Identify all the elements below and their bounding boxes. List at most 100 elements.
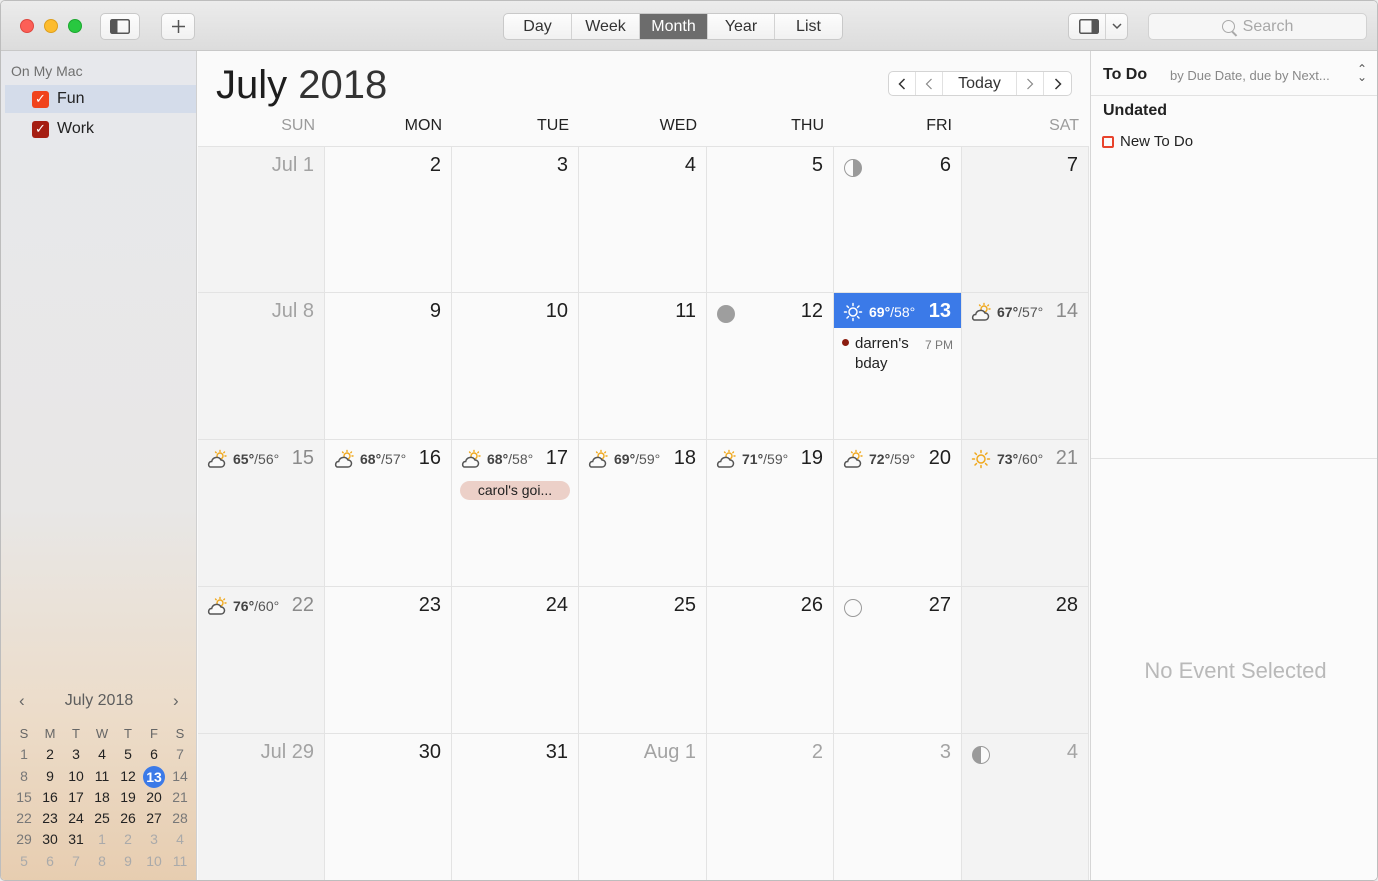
day-cell[interactable]: 69°/58° 13 darren's bday 7 PM xyxy=(834,292,962,439)
day-cell[interactable]: 5 xyxy=(707,146,834,292)
day-cell[interactable]: 12 xyxy=(707,292,834,439)
sort-stepper-icon[interactable]: ⌃ ⌄ xyxy=(1357,63,1367,83)
mini-day[interactable]: 4 xyxy=(89,744,115,765)
mini-day[interactable]: 5 xyxy=(11,851,37,872)
prev-year-button[interactable] xyxy=(889,72,916,95)
mini-day[interactable]: 5 xyxy=(115,744,141,765)
mini-day[interactable]: 22 xyxy=(11,808,37,829)
mini-day[interactable]: 13 xyxy=(141,765,167,788)
day-cell[interactable]: 2 xyxy=(707,733,834,880)
mini-day[interactable]: 7 xyxy=(63,851,89,872)
mini-day[interactable]: 6 xyxy=(141,744,167,765)
chevron-down-icon[interactable] xyxy=(1112,23,1122,30)
mini-next-month-icon[interactable]: › xyxy=(173,691,179,711)
day-cell[interactable]: 76°/60° 22 xyxy=(198,586,325,733)
day-cell[interactable]: 4 xyxy=(579,146,707,292)
view-tab-day[interactable]: Day xyxy=(504,14,572,39)
mini-day[interactable]: 2 xyxy=(37,744,63,765)
day-cell[interactable]: Jul 29 xyxy=(198,733,325,880)
mini-day[interactable]: 2 xyxy=(115,829,141,850)
day-cell[interactable]: 3 xyxy=(452,146,579,292)
mini-day[interactable]: 31 xyxy=(63,829,89,850)
prev-month-button[interactable] xyxy=(916,72,943,95)
mini-day[interactable]: 11 xyxy=(89,766,115,787)
next-year-button[interactable] xyxy=(1044,72,1071,95)
day-cell[interactable]: 31 xyxy=(452,733,579,880)
day-cell[interactable]: 11 xyxy=(579,292,707,439)
day-cell[interactable]: 10 xyxy=(452,292,579,439)
all-day-event[interactable]: carol's goi... xyxy=(460,481,570,500)
mini-day[interactable]: 23 xyxy=(37,808,63,829)
close-window-button[interactable] xyxy=(20,19,34,33)
mini-day[interactable]: 8 xyxy=(11,766,37,787)
day-cell[interactable]: 69°/59° 18 xyxy=(579,439,707,586)
mini-day[interactable]: 12 xyxy=(115,766,141,787)
day-cell[interactable]: Jul 1 xyxy=(198,146,325,292)
zoom-window-button[interactable] xyxy=(68,19,82,33)
calendar-item-fun[interactable]: ✓ Fun xyxy=(5,85,196,113)
mini-day[interactable]: 6 xyxy=(37,851,63,872)
mini-day[interactable]: 24 xyxy=(63,808,89,829)
day-cell[interactable]: 73°/60° 21 xyxy=(962,439,1089,586)
mini-day[interactable]: 18 xyxy=(89,787,115,808)
view-tab-week[interactable]: Week xyxy=(572,14,640,39)
mini-day[interactable]: 27 xyxy=(141,808,167,829)
todo-checkbox[interactable] xyxy=(1102,135,1114,148)
day-cell[interactable]: 71°/59° 19 xyxy=(707,439,834,586)
calendar-checkbox[interactable]: ✓ xyxy=(32,90,49,108)
mini-day[interactable]: 9 xyxy=(115,851,141,872)
mini-day[interactable]: 19 xyxy=(115,787,141,808)
day-cell[interactable]: 7 xyxy=(962,146,1089,292)
day-cell[interactable]: 67°/57° 14 xyxy=(962,292,1089,439)
calendar-item-work[interactable]: ✓ Work xyxy=(5,115,196,143)
day-cell[interactable]: 23 xyxy=(325,586,452,733)
mini-day[interactable]: 20 xyxy=(141,787,167,808)
view-tab-list[interactable]: List xyxy=(775,14,842,39)
view-tab-month[interactable]: Month xyxy=(640,14,708,39)
mini-day[interactable]: 21 xyxy=(167,787,193,808)
day-cell[interactable]: 25 xyxy=(579,586,707,733)
minimize-window-button[interactable] xyxy=(44,19,58,33)
event-item[interactable]: darren's bday 7 PM xyxy=(842,334,953,374)
mini-day[interactable]: 7 xyxy=(167,744,193,765)
day-cell[interactable]: 24 xyxy=(452,586,579,733)
mini-day[interactable]: 16 xyxy=(37,787,63,808)
today-button[interactable]: Today xyxy=(943,72,1017,95)
day-cell[interactable]: 3 xyxy=(834,733,962,880)
mini-day[interactable]: 4 xyxy=(167,829,193,850)
todo-item[interactable]: New To Do xyxy=(1102,133,1193,150)
day-cell[interactable]: 27 xyxy=(834,586,962,733)
mini-day[interactable]: 17 xyxy=(63,787,89,808)
toggle-sidebar-button[interactable] xyxy=(100,13,140,40)
mini-day[interactable]: 30 xyxy=(37,829,63,850)
mini-day[interactable]: 10 xyxy=(63,766,89,787)
day-cell[interactable]: 68°/58° 17 carol's goi... xyxy=(452,439,579,586)
search-field[interactable]: Search xyxy=(1148,13,1367,40)
day-cell[interactable]: 2 xyxy=(325,146,452,292)
day-cell[interactable]: 72°/59° 20 xyxy=(834,439,962,586)
next-month-button[interactable] xyxy=(1017,72,1044,95)
day-cell[interactable]: 65°/56° 15 xyxy=(198,439,325,586)
mini-day[interactable]: 26 xyxy=(115,808,141,829)
todo-sort-selector[interactable]: by Due Date, due by Next... xyxy=(1170,68,1330,83)
mini-day[interactable]: 3 xyxy=(141,829,167,850)
day-cell[interactable]: 6 xyxy=(834,146,962,292)
day-cell[interactable]: Jul 8 xyxy=(198,292,325,439)
mini-day[interactable]: 10 xyxy=(141,851,167,872)
calendar-checkbox[interactable]: ✓ xyxy=(32,120,49,138)
day-cell[interactable]: Aug 1 xyxy=(579,733,707,880)
day-cell[interactable]: 68°/57° 16 xyxy=(325,439,452,586)
mini-day[interactable]: 15 xyxy=(11,787,37,808)
mini-day[interactable]: 14 xyxy=(167,766,193,787)
add-event-button[interactable] xyxy=(161,13,195,40)
mini-day[interactable]: 28 xyxy=(167,808,193,829)
toggle-panel-button[interactable] xyxy=(1068,13,1128,40)
mini-day[interactable]: 9 xyxy=(37,766,63,787)
mini-day[interactable]: 3 xyxy=(63,744,89,765)
day-cell[interactable]: 30 xyxy=(325,733,452,880)
day-cell[interactable]: 28 xyxy=(962,586,1089,733)
day-cell[interactable]: 9 xyxy=(325,292,452,439)
mini-day[interactable]: 25 xyxy=(89,808,115,829)
day-cell[interactable]: 26 xyxy=(707,586,834,733)
mini-day[interactable]: 1 xyxy=(11,744,37,765)
